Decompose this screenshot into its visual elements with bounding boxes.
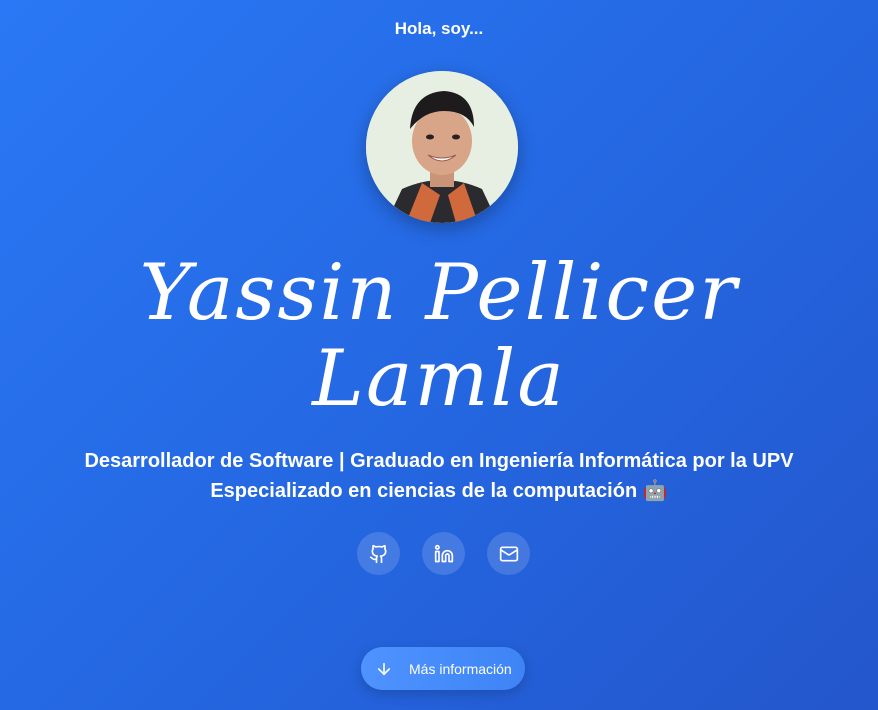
linkedin-icon [434,544,453,562]
name-first-line: Yassin Pellicer [139,248,739,338]
greeting-text: Hola, soy... [394,19,484,38]
arrow-down-icon [375,660,393,678]
github-icon [369,544,387,563]
github-button[interactable] [357,532,400,575]
subtitle-line-2-text: Especializado en ciencias de la computac… [210,480,638,502]
linkedin-button[interactable] [422,532,465,575]
subtitle-line-2: Especializado en ciencias de la computac… [0,476,878,506]
more-info-button[interactable]: Más información [361,647,525,690]
hero-section: Hola, soy... Yassin Pellicer Lamla Desar… [0,0,878,710]
profile-avatar [366,71,518,223]
social-links [357,532,530,575]
robot-icon: 🤖 [642,480,668,502]
subtitle-line-1: Desarrollador de Software | Graduado en … [84,450,794,472]
more-info-label: Más información [409,660,512,677]
email-button[interactable] [487,532,530,575]
name-second-line: Lamla [312,334,566,424]
mail-icon [499,546,518,561]
